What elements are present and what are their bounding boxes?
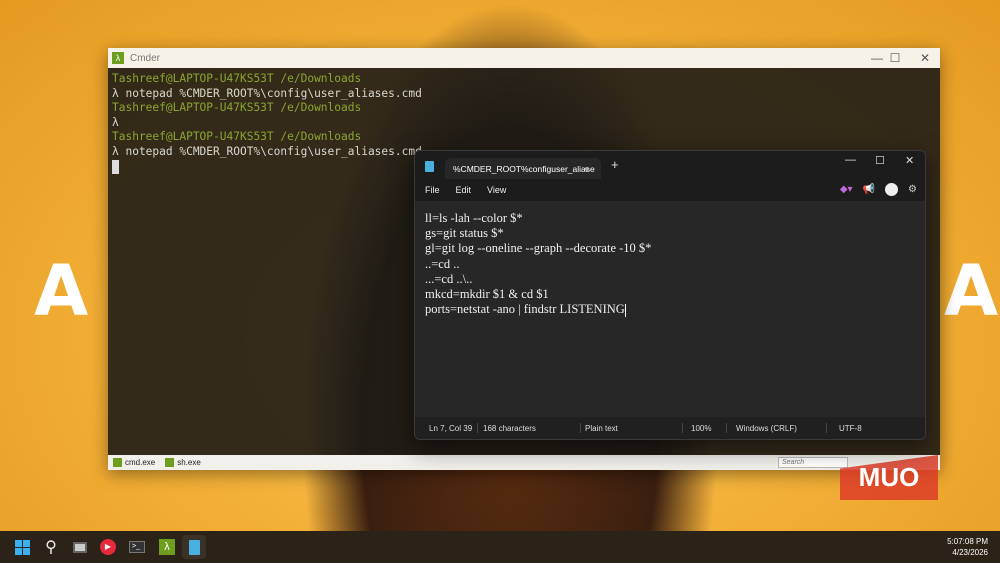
console-icon (165, 458, 175, 467)
cmder-title: Cmder (130, 52, 161, 64)
menu-edit[interactable]: Edit (456, 185, 472, 195)
status-bar: Ln 7, Col 39 168 characters Plain text 1… (415, 417, 925, 439)
windows-icon (14, 539, 30, 555)
tab-title: %CMDER_ROOT%configuser_aliase (453, 164, 595, 174)
notepad-app-button[interactable] (182, 535, 206, 559)
cmder-icon: λ (159, 539, 175, 555)
music-icon: ▶ (100, 539, 116, 555)
line-ending[interactable]: Windows (CRLF) (736, 424, 797, 433)
cmder-title-bar[interactable]: λ Cmder — ☐ ✕ (108, 48, 940, 68)
text-line: ports=netstat -ano | findstr LISTENING (425, 302, 625, 317)
text-line: gs=git status $* (425, 226, 504, 241)
maximize-button[interactable]: ☐ (883, 48, 907, 68)
notepad-icon (188, 539, 200, 555)
date: 4/23/2026 (952, 548, 988, 557)
task-view-icon (73, 541, 87, 553)
music-app-button[interactable]: ▶ (96, 535, 120, 559)
task-view-button[interactable] (68, 535, 92, 559)
menu-file[interactable]: File (425, 185, 440, 195)
cmder-tab-bar: cmd.exe sh.exe Search (108, 455, 940, 470)
close-button[interactable]: ✕ (905, 154, 914, 167)
text-line: ...=cd ..\.. (425, 271, 473, 286)
time: 5:07:08 PM (947, 537, 988, 546)
file-format: Plain text (585, 424, 618, 433)
text-line: gl=git log --oneline --graph --decorate … (425, 241, 652, 256)
search-input[interactable]: Search (778, 457, 848, 468)
start-button[interactable] (10, 535, 34, 559)
text-line: ..=cd .. (425, 256, 460, 271)
account-icon[interactable] (885, 183, 899, 196)
cmder-logo-icon: λ (112, 52, 124, 64)
wallpaper-letter: A (944, 250, 999, 332)
character-count: 168 characters (483, 424, 536, 433)
tab-file[interactable]: %CMDER_ROOT%configuser_aliase (445, 158, 601, 179)
console-icon (113, 458, 122, 467)
notepad-icon (425, 161, 434, 172)
tab-cmd[interactable]: cmd.exe (108, 458, 160, 467)
settings-gear-icon[interactable]: ⚙ (908, 184, 917, 195)
menu-view[interactable]: View (487, 185, 506, 195)
maximize-button[interactable]: ☐ (875, 154, 885, 167)
menu-bar: File Edit View ◆▾ 📢 ⚙ (415, 179, 925, 201)
close-button[interactable]: ✕ (913, 48, 937, 68)
cursor-position: Ln 7, Col 39 (429, 424, 473, 433)
text-line: ll=ls -lah --color $* (425, 211, 523, 225)
unsaved-dot-icon[interactable] (585, 167, 589, 171)
wallpaper-letter: A (34, 250, 89, 332)
clock[interactable]: 5:07:08 PM 4/23/2026 (947, 536, 988, 558)
tab-label: sh.exe (177, 458, 201, 467)
terminal-app-button[interactable]: >_ (125, 535, 149, 559)
prompt-line: Tashreef@LAPTOP-U47KS53T /e/Downloads (112, 130, 362, 144)
text-caret (624, 303, 626, 317)
search-icon: ⚲ (45, 539, 57, 556)
taskbar: ⚲ ▶ >_ λ 5:07:08 PM 4/23/2026 (0, 531, 1000, 563)
notepad-title-bar[interactable]: %CMDER_ROOT%configuser_aliase + — ☐ ✕ (415, 151, 925, 179)
minimize-button[interactable]: — (845, 154, 856, 166)
text-editor[interactable]: ll=ls -lah --color $* gs=git status $* g… (415, 201, 925, 417)
tab-sh[interactable]: sh.exe (160, 458, 206, 467)
prompt-line: Tashreef@LAPTOP-U47KS53T /e/Downloads (112, 101, 362, 115)
megaphone-icon[interactable]: 📢 (863, 184, 875, 195)
command-line: λ notepad %CMDER_ROOT%\config\user_alias… (112, 86, 422, 100)
cmder-app-button[interactable]: λ (155, 535, 179, 559)
terminal-cursor (112, 159, 119, 174)
new-tab-button[interactable]: + (611, 157, 619, 172)
command-line: λ (112, 115, 119, 129)
zoom-level[interactable]: 100% (691, 424, 711, 433)
search-button[interactable]: ⚲ (39, 535, 63, 559)
text-line: mkcd=mkdir $1 & cd $1 (425, 287, 549, 302)
prompt-line: Tashreef@LAPTOP-U47KS53T /e/Downloads (112, 72, 362, 85)
terminal-icon: >_ (129, 541, 145, 553)
tab-label: cmd.exe (125, 458, 156, 467)
encoding[interactable]: UTF-8 (839, 424, 862, 433)
copilot-icon[interactable]: ◆▾ (840, 184, 853, 195)
notepad-window[interactable]: %CMDER_ROOT%configuser_aliase + — ☐ ✕ Fi… (414, 150, 926, 440)
